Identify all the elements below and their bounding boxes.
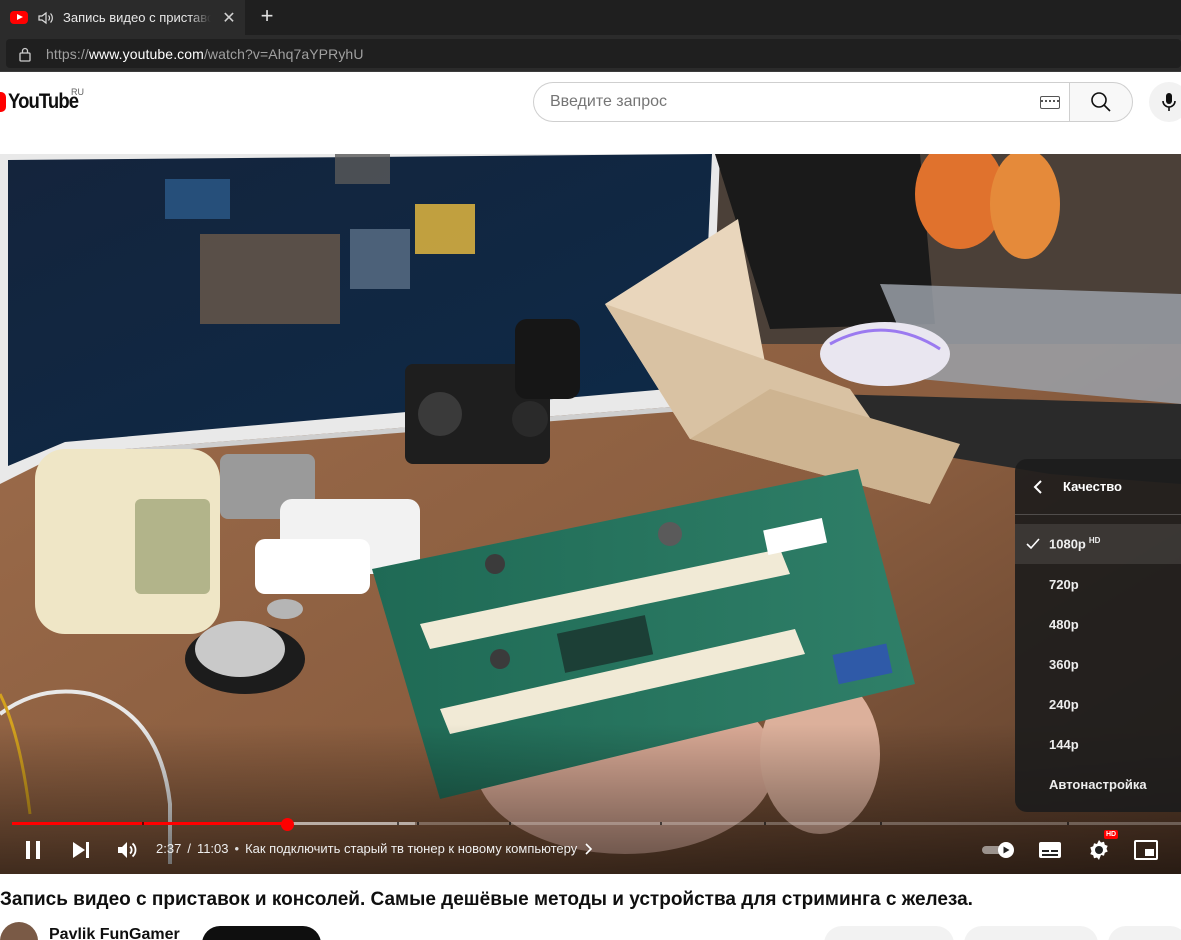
mute-button[interactable] [113, 834, 143, 866]
quality-option-1080p[interactable]: 1080p HD [1015, 524, 1181, 564]
channel-row: Pavlik FunGamer [0, 922, 1181, 940]
skip-next-icon [73, 842, 89, 858]
address-bar: https://www.youtube.com/watch?v=Ahq7aYPR… [0, 35, 1181, 72]
quality-option-144p[interactable]: 144p [1015, 724, 1181, 764]
chapter-marker [509, 822, 511, 825]
quality-menu-title: Качество [1063, 479, 1122, 494]
lock-icon[interactable] [18, 46, 32, 62]
chevron-left-icon[interactable] [1033, 479, 1043, 494]
subtitles-button[interactable] [1036, 834, 1064, 866]
quality-option-720p[interactable]: 720p [1015, 564, 1181, 604]
channel-name[interactable]: Pavlik FunGamer [49, 926, 180, 940]
time-separator: / [187, 841, 191, 856]
hd-badge: HD [1088, 536, 1101, 546]
speaker-icon[interactable] [37, 9, 55, 27]
quality-menu-header[interactable]: Качество [1015, 459, 1181, 515]
video-player[interactable]: 2:37 / 11:03 • Как подключить старый тв … [0, 154, 1181, 874]
autoplay-toggle-icon [982, 842, 1014, 858]
pause-button[interactable] [18, 834, 48, 866]
subscribe-button[interactable] [202, 926, 321, 940]
chapter-marker [142, 822, 144, 825]
chapter-marker [1067, 822, 1069, 825]
search-button[interactable] [1069, 82, 1133, 122]
voice-search-button[interactable] [1149, 82, 1181, 122]
time-display: 2:37 / 11:03 • Как подключить старый тв … [156, 841, 593, 856]
tab-title: Запись видео с приставок и консолей. Сам… [63, 10, 211, 25]
url-field[interactable]: https://www.youtube.com/watch?v=Ahq7aYPR… [6, 39, 1181, 68]
progress-bar[interactable] [12, 822, 1181, 825]
chapter-marker [397, 822, 399, 825]
logo-wordmark: YouTube [8, 90, 79, 113]
volume-icon [118, 842, 137, 858]
autoplay-toggle[interactable] [980, 834, 1018, 866]
quality-option-auto[interactable]: Автонастройка [1015, 764, 1181, 804]
quality-option-label: 240p [1049, 696, 1079, 712]
close-tab-icon[interactable]: ✕ [221, 8, 237, 28]
chevron-right-icon[interactable] [583, 842, 593, 855]
keyboard-icon[interactable] [1040, 96, 1060, 109]
quality-menu: Качество 1080p HD 720p 480p 360p 240p 144… [1015, 459, 1181, 812]
miniplayer-button[interactable] [1131, 834, 1161, 866]
youtube-favicon-icon [10, 11, 28, 24]
chapter-marker [880, 822, 882, 825]
settings-button[interactable]: HD [1084, 830, 1119, 866]
chapter-marker [660, 822, 662, 825]
quality-option-240p[interactable]: 240p [1015, 684, 1181, 724]
quality-option-label: 1080p [1049, 536, 1086, 552]
gear-icon [1090, 840, 1108, 860]
quality-option-label: 720p [1049, 576, 1079, 592]
miniplayer-icon [1134, 840, 1158, 860]
share-button[interactable] [964, 926, 1098, 940]
time-current: 2:37 [156, 841, 182, 856]
quality-option-360p[interactable]: 360p [1015, 644, 1181, 684]
quality-option-label: 480p [1049, 616, 1079, 632]
microphone-icon [1162, 93, 1176, 111]
search-input[interactable] [550, 83, 1030, 121]
url-text: https://www.youtube.com/watch?v=Ahq7aYPR… [46, 45, 364, 62]
chapter-marker [764, 822, 766, 825]
new-tab-button[interactable]: + [256, 5, 278, 27]
quality-option-480p[interactable]: 480p [1015, 604, 1181, 644]
chapter-title[interactable]: Как подключить старый тв тюнер к новому … [245, 841, 577, 856]
region-code: RU [71, 87, 84, 97]
youtube-play-logo-icon [0, 92, 6, 112]
quality-option-label: 360p [1049, 656, 1079, 672]
video-title: Запись видео с приставок и консолей. Сам… [0, 889, 973, 910]
progress-played [12, 822, 288, 825]
like-dislike-button[interactable] [824, 926, 954, 940]
quality-option-label: Автонастройка [1049, 776, 1147, 792]
browser-tab[interactable]: Запись видео с приставок и консолей. Сам… [0, 0, 245, 35]
next-video-button[interactable] [66, 834, 96, 866]
hd-badge: HD [1104, 830, 1119, 839]
browser-tab-strip: Запись видео с приставок и консолей. Сам… [0, 0, 1181, 35]
search-icon [1091, 92, 1111, 112]
search-box [533, 82, 1070, 122]
time-total: 11:03 [196, 841, 229, 856]
quality-option-label: 144p [1049, 736, 1079, 752]
save-button[interactable] [1108, 926, 1181, 940]
channel-avatar[interactable] [0, 922, 38, 940]
chapter-marker [417, 822, 419, 825]
pause-icon [26, 841, 40, 859]
subtitles-icon [1039, 842, 1061, 858]
checkmark-icon [1026, 538, 1040, 550]
youtube-logo[interactable]: YouTube RU [0, 87, 88, 114]
chapter-separator: • [234, 841, 240, 856]
youtube-header: YouTube RU [0, 72, 1181, 132]
